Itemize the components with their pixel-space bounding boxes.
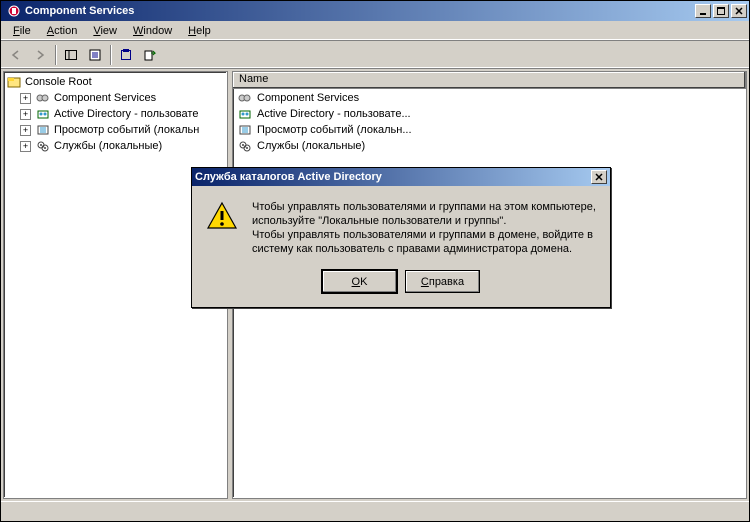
dialog-titlebar[interactable]: Служба каталогов Active Directory xyxy=(192,168,610,186)
list-item[interactable]: Active Directory - пользовате... xyxy=(233,106,746,122)
active-directory-icon xyxy=(237,107,253,121)
tree-item[interactable]: + Просмотр событий (локальн xyxy=(4,122,227,138)
list-item-label: Просмотр событий (локальн... xyxy=(257,124,412,136)
tree-item-label: Active Directory - пользовате xyxy=(54,108,198,120)
refresh-button[interactable] xyxy=(115,44,137,66)
dialog-message-line: Чтобы управлять пользователями и группам… xyxy=(252,228,596,256)
expand-icon[interactable]: + xyxy=(20,125,31,136)
toolbar xyxy=(1,41,749,69)
menu-action[interactable]: Action xyxy=(39,23,86,39)
event-viewer-icon xyxy=(35,123,51,137)
tree-item-label: Службы (локальные) xyxy=(54,140,162,152)
component-services-icon xyxy=(35,91,51,105)
tree-root[interactable]: Console Root xyxy=(4,74,227,90)
dialog-close-button[interactable] xyxy=(591,170,607,184)
menubar: File Action View Window Help xyxy=(1,21,749,41)
status-bar xyxy=(1,501,749,521)
warning-icon xyxy=(206,200,238,232)
maximize-button[interactable] xyxy=(713,4,729,18)
expand-icon[interactable]: + xyxy=(20,109,31,120)
menu-file[interactable]: File xyxy=(5,23,39,39)
console-root-icon xyxy=(6,75,22,89)
tree-item-label: Component Services xyxy=(54,92,156,104)
menu-view[interactable]: View xyxy=(85,23,125,39)
message-dialog: Служба каталогов Active Directory Чтобы … xyxy=(191,167,611,308)
list-item[interactable]: Просмотр событий (локальн... xyxy=(233,122,746,138)
event-viewer-icon xyxy=(237,123,253,137)
tree-item[interactable]: + Component Services xyxy=(4,90,227,106)
list-item[interactable]: Службы (локальные) xyxy=(233,138,746,154)
help-button[interactable]: Справка xyxy=(405,270,480,293)
dialog-message: Чтобы управлять пользователями и группам… xyxy=(252,200,596,256)
titlebar[interactable]: Component Services xyxy=(1,1,749,21)
tree-item[interactable]: + Active Directory - пользовате xyxy=(4,106,227,122)
tree-root-label: Console Root xyxy=(25,76,92,88)
minimize-button[interactable] xyxy=(695,4,711,18)
services-icon xyxy=(35,139,51,153)
properties-button[interactable] xyxy=(84,44,106,66)
export-button[interactable] xyxy=(139,44,161,66)
menu-help[interactable]: Help xyxy=(180,23,219,39)
ok-button[interactable]: OK xyxy=(322,270,397,293)
tree-item-label: Просмотр событий (локальн xyxy=(54,124,199,136)
app-icon xyxy=(7,4,21,18)
expand-icon[interactable]: + xyxy=(20,93,31,104)
list-item-label: Службы (локальные) xyxy=(257,140,365,152)
close-button[interactable] xyxy=(731,4,747,18)
list-item[interactable]: Component Services xyxy=(233,90,746,106)
tree-item[interactable]: + Службы (локальные) xyxy=(4,138,227,154)
component-services-icon xyxy=(237,91,253,105)
expand-icon[interactable]: + xyxy=(20,141,31,152)
dialog-title: Служба каталогов Active Directory xyxy=(195,171,591,183)
show-hide-tree-button[interactable] xyxy=(60,44,82,66)
list-item-label: Component Services xyxy=(257,92,359,104)
services-icon xyxy=(237,139,253,153)
column-header-row: Name xyxy=(233,72,746,89)
menu-window[interactable]: Window xyxy=(125,23,180,39)
toolbar-separator xyxy=(55,45,56,65)
toolbar-separator xyxy=(110,45,111,65)
dialog-message-line: Чтобы управлять пользователями и группам… xyxy=(252,200,596,228)
back-button[interactable] xyxy=(5,44,27,66)
window-title: Component Services xyxy=(25,5,695,17)
forward-button[interactable] xyxy=(29,44,51,66)
column-header-name[interactable]: Name xyxy=(233,72,746,88)
active-directory-icon xyxy=(35,107,51,121)
list-item-label: Active Directory - пользовате... xyxy=(257,108,411,120)
